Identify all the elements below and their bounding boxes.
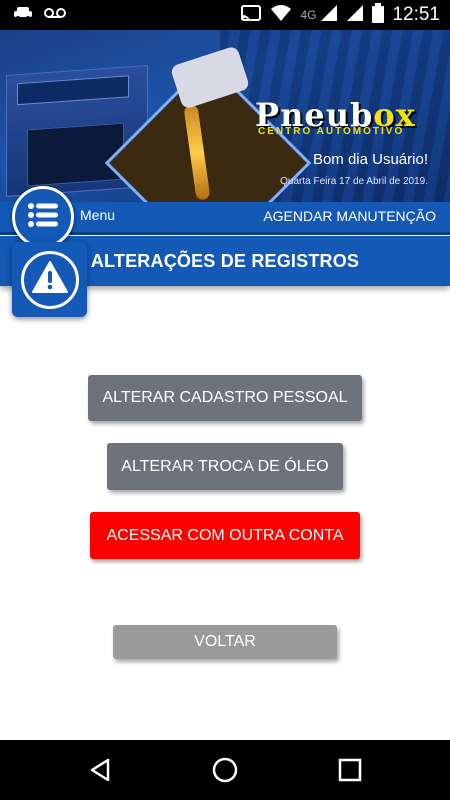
brand-subtitle: CENTRO AUTOMOTIVO [258, 126, 405, 137]
cast-icon [240, 4, 262, 27]
schedule-maintenance-link[interactable]: AGENDAR MANUTENÇÃO [263, 208, 436, 224]
recents-nav-icon[interactable] [335, 755, 365, 785]
signal-icon [346, 4, 364, 27]
greeting-text: Bom dia Usuário! [312, 151, 428, 168]
date-text: Quarta Feira 17 de Abril de 2019. [280, 176, 428, 187]
status-time: 12:51 [392, 4, 440, 25]
back-button[interactable]: VOLTAR [113, 625, 337, 659]
back-nav-icon[interactable] [86, 755, 116, 785]
header-banner: Pneubox CENTRO AUTOMOTIVO Bom dia Usuári… [0, 30, 450, 202]
status-bar: 4G 12:51 [0, 0, 450, 30]
warning-icon [31, 260, 69, 299]
wifi-icon [270, 4, 292, 27]
list-icon [28, 202, 58, 233]
edit-oil-change-button[interactable]: ALTERAR TROCA DE ÓLEO [107, 443, 343, 490]
menu-label[interactable]: Menu [80, 207, 115, 223]
car-notification-icon [12, 6, 34, 25]
alert-section-icon [12, 242, 87, 317]
system-navigation-bar [0, 740, 450, 800]
voicemail-icon [44, 6, 66, 24]
switch-account-button[interactable]: ACESSAR COM OUTRA CONTA [90, 512, 360, 559]
network-type: 4G [300, 8, 317, 22]
signal-icon [320, 4, 338, 27]
menu-button[interactable] [12, 186, 74, 248]
home-nav-icon[interactable] [210, 755, 240, 785]
battery-icon [372, 2, 385, 28]
edit-profile-button[interactable]: ALTERAR CADASTRO PESSOAL [88, 375, 362, 421]
